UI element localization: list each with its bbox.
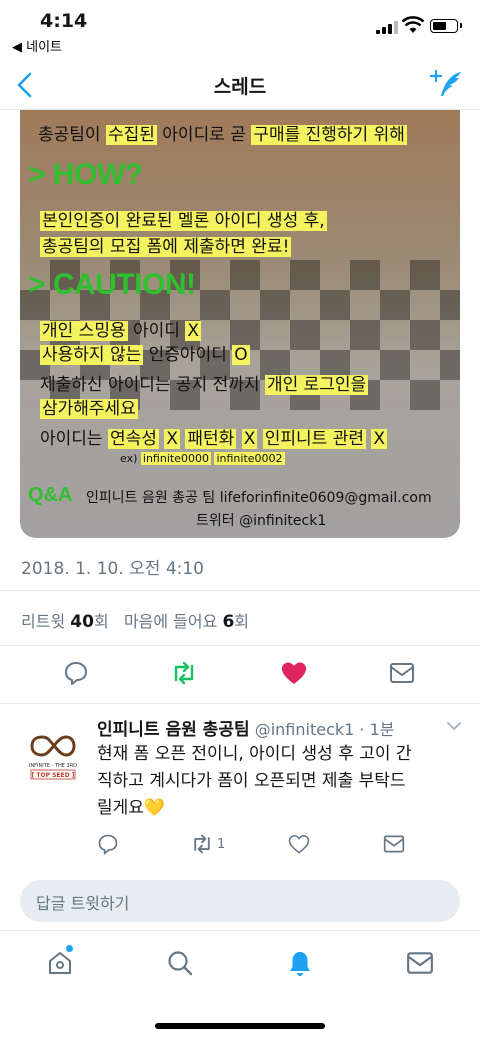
author-handle-time: @infiniteck1 · 1분: [249, 720, 395, 739]
nav-bar: 스레드: [0, 60, 480, 110]
poster-highlight: 사용하지 않는: [40, 345, 144, 365]
wifi-icon: [402, 16, 424, 33]
avatar-caption: INFINITE - THE 3RD: [29, 763, 77, 769]
tweet-actions: [0, 660, 480, 690]
poster-highlight: X: [185, 321, 201, 341]
back-to-app-link[interactable]: ◀ 네이트: [12, 36, 62, 55]
divider: [0, 590, 480, 591]
status-bar: 4:14 ◀ 네이트: [0, 0, 480, 60]
caution-line-5: 아이디는 연속성 X 패턴화 X 인피니트 관련 X: [40, 424, 388, 449]
example-ids: ex) infinite0000 infinite0002: [120, 452, 285, 465]
engagement-counts: 리트윗 40회 마음에 들어요 6회: [21, 608, 249, 632]
caution-line-1: 개인 스밍용 아이디 X: [40, 316, 201, 341]
poster-highlight: infinite0000: [140, 452, 211, 465]
new-content-dot: [66, 945, 73, 952]
poster-highlight: 총공팀의 모집 폼에 제출하면 완료!: [40, 237, 292, 257]
status-time: 4:14: [40, 10, 88, 32]
avatar[interactable]: INFINITE - THE 3RD [ TOP SEED ]: [22, 723, 84, 785]
poster-highlight: X: [164, 429, 180, 449]
reply-retweet-count: 1: [217, 836, 226, 852]
reply-icon: [98, 834, 118, 855]
share-dm-icon[interactable]: [389, 660, 415, 686]
notifications-bell-icon[interactable]: [286, 949, 314, 977]
poster-text: 인증아이디: [143, 345, 233, 365]
search-icon[interactable]: [166, 949, 194, 977]
poster-highlight: 패턴화: [185, 429, 237, 449]
reply-author[interactable]: 인피니트 음원 총공팀 @infiniteck1 · 1분: [97, 715, 394, 740]
qa-heading: Q&A: [28, 484, 73, 506]
retweet-icon[interactable]: [170, 660, 198, 686]
poster-text: 아이디는: [40, 429, 108, 449]
heart-icon: [288, 834, 310, 854]
poster-text: 아이디로 곧: [156, 125, 252, 145]
caution-heading: > CAUTION!: [28, 268, 196, 301]
reply-icon[interactable]: [63, 660, 89, 686]
retweet-count: 40: [70, 612, 94, 632]
chevron-down-icon[interactable]: [446, 721, 462, 731]
poster-highlight: 구매를 진행하기 위해: [251, 125, 407, 145]
reply-retweet-button[interactable]: 1: [190, 833, 225, 855]
tweet-timestamp: 2018. 1. 10. 오전 4:10: [21, 559, 204, 579]
signal-icon: [376, 20, 398, 34]
caution-line-3: 제출하신 아이디는 공지 전까지 개인 로그인을: [40, 370, 369, 395]
contact-email: 인피니트 음원 총공 팀 lifeforinfinite0609@gmail.c…: [86, 490, 432, 506]
like-unit: 회: [234, 612, 250, 631]
poster-text: 총공팀이: [38, 125, 106, 145]
like-label: 마음에 들어요: [123, 612, 218, 631]
poster-highlight: 수집된: [105, 125, 157, 145]
poster-text: ex): [120, 452, 138, 465]
avatar-tag: [ TOP SEED ]: [32, 772, 75, 779]
poster-line-intro: 총공팀이 수집된 아이디로 곧 구매를 진행하기 위해: [38, 120, 407, 145]
reply-dm-button[interactable]: [383, 833, 405, 855]
how-line-2: 총공팀의 모집 폼에 제출하면 완료!: [40, 232, 292, 257]
divider: [0, 703, 480, 704]
poster-highlight: 인피니트 관련: [262, 429, 366, 449]
caution-line-2: 사용하지 않는 인증아이디 O: [40, 340, 250, 365]
like-heart-icon[interactable]: [280, 660, 308, 686]
how-heading: > HOW?: [28, 158, 143, 191]
poster-highlight: 개인 스밍용: [40, 321, 128, 341]
reply-like-button[interactable]: [288, 833, 310, 855]
author-name: 인피니트 음원 총공팀: [97, 720, 250, 740]
caution-line-4: 삼가해주세요: [40, 394, 138, 419]
tab-bar: [0, 930, 480, 1039]
retweet-icon: [194, 834, 210, 854]
messages-icon[interactable]: [406, 949, 434, 977]
infinite-logo-icon: INFINITE - THE 3RD [ TOP SEED ]: [29, 735, 77, 780]
retweet-unit: 회: [93, 612, 109, 631]
mail-icon: [383, 835, 405, 853]
compose-tweet-icon[interactable]: [430, 69, 464, 99]
poster-highlight: 연속성: [107, 429, 159, 449]
reply-reply-button[interactable]: [97, 833, 119, 855]
poster-highlight: 개인 로그인을: [264, 375, 369, 395]
reply-input[interactable]: 답글 트윗하기: [20, 880, 460, 922]
poster-highlight: X: [241, 429, 258, 449]
divider: [0, 645, 480, 646]
reply-tweet[interactable]: INFINITE - THE 3RD [ TOP SEED ] 인피니트 음원 …: [0, 705, 480, 875]
retweet-label: 리트윗: [21, 612, 66, 631]
home-indicator: [155, 1023, 325, 1029]
poster-text: 제출하신 아이디는 공지 전까지: [40, 375, 265, 395]
page-title: 스레드: [213, 76, 267, 98]
poster-highlight: infinite0002: [214, 452, 285, 465]
likes-count-link[interactable]: 마음에 들어요 6회: [123, 612, 250, 632]
retweets-count-link[interactable]: 리트윗 40회: [21, 612, 109, 632]
reply-text: 현재 폼 오픈 전이니, 아이디 생성 후 고이 간직하고 계시다가 폼이 오픈…: [97, 744, 412, 818]
like-count: 6: [222, 612, 235, 632]
how-line-1: 본인인증이 완료된 멜론 아이디 생성 후,: [40, 206, 327, 231]
home-icon[interactable]: [46, 949, 74, 977]
battery-icon: [430, 19, 462, 33]
poster-highlight: O: [232, 345, 250, 365]
poster-highlight: 본인인증이 완료된 멜론 아이디 생성 후,: [40, 211, 327, 231]
poster-text: 아이디: [127, 321, 186, 341]
tweet-image[interactable]: 총공팀이 수집된 아이디로 곧 구매를 진행하기 위해 > HOW? 본인인증이…: [20, 110, 460, 538]
poster-highlight: X: [371, 429, 388, 449]
contact-twitter: 트위터 @infiniteck1: [196, 513, 327, 529]
poster-highlight: 삼가해주세요: [40, 399, 138, 419]
reply-placeholder: 답글 트윗하기: [36, 894, 130, 913]
reply-actions: 1: [0, 833, 480, 859]
